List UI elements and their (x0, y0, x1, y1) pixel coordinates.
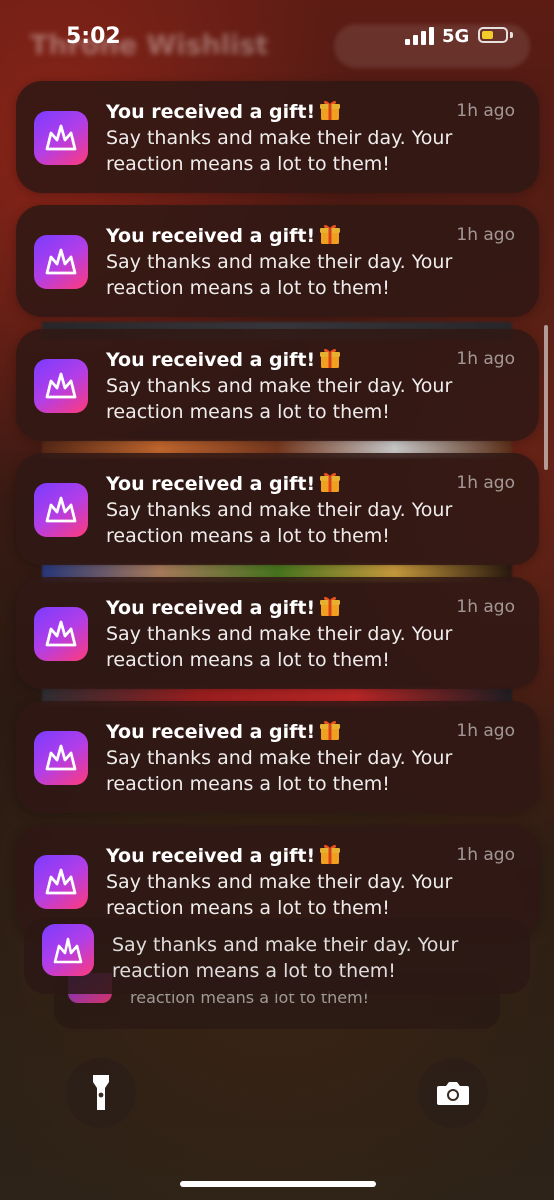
notification-time: 1h ago (456, 349, 515, 369)
gift-icon (320, 472, 341, 492)
flashlight-icon (93, 1075, 109, 1110)
notification-body: Say thanks and make their day. Your reac… (106, 499, 453, 547)
notification-card[interactable]: You received a gift! 1h ago Say thanks and… (16, 205, 539, 317)
notification-title: You received a gift! (106, 843, 341, 867)
notification-body: Say thanks and make their day. Your reac… (106, 251, 453, 299)
network-label: 5G (442, 26, 470, 47)
camera-icon (437, 1082, 469, 1105)
notification-title: You received a gift! (106, 99, 341, 123)
scroll-indicator (544, 325, 548, 470)
crown-icon (34, 359, 88, 413)
notification-card[interactable]: You received a gift! 1h ago Say thanks and… (16, 81, 539, 193)
notification-body: Say thanks and make their day. Your reac… (112, 934, 459, 982)
gift-icon (320, 844, 341, 864)
notification-body: Say thanks and make their day. Your reac… (106, 375, 453, 423)
camera-button[interactable] (418, 1058, 488, 1128)
notification-time: 1h ago (456, 225, 515, 245)
gift-icon (320, 348, 341, 368)
notification-body: Say thanks and make their day. Your reac… (106, 871, 453, 919)
home-indicator[interactable] (180, 1181, 376, 1187)
notification-body: Say thanks and make their day. Your reac… (106, 747, 453, 795)
notification-card[interactable]: You received a gift! 1h ago Say thanks and… (16, 453, 539, 565)
notification-body: Say thanks and make their day. Your reac… (106, 623, 453, 671)
clock: 5:02 (66, 24, 121, 49)
crown-icon (34, 607, 88, 661)
notification-time: 1h ago (456, 101, 515, 121)
notification-time: 1h ago (456, 845, 515, 865)
crown-icon (34, 731, 88, 785)
notification-title: You received a gift! (106, 595, 341, 619)
stacked-notification[interactable]: Say thanks and make their day. Your reac… (24, 918, 530, 994)
status-bar: 5:02 5G (0, 0, 554, 70)
signal-icon (405, 27, 435, 45)
notification-title: You received a gift! (106, 719, 341, 743)
gift-icon (320, 100, 341, 120)
battery-cap (510, 32, 513, 38)
crown-icon (42, 924, 94, 976)
gift-icon (320, 224, 341, 244)
gift-icon (320, 596, 341, 616)
crown-icon (34, 855, 88, 909)
notification-title: You received a gift! (106, 223, 341, 247)
crown-icon (34, 235, 88, 289)
crown-icon (34, 483, 88, 537)
notification-card[interactable]: You received a gift! 1h ago Say thanks and… (16, 701, 539, 813)
notification-time: 1h ago (456, 473, 515, 493)
notification-time: 1h ago (456, 597, 515, 617)
battery-icon (478, 27, 508, 43)
notification-card[interactable]: You received a gift! 1h ago Say thanks and… (16, 329, 539, 441)
notification-time: 1h ago (456, 721, 515, 741)
crown-icon (34, 111, 88, 165)
notification-card[interactable]: You received a gift! 1h ago Say thanks and… (16, 577, 539, 689)
flashlight-button[interactable] (66, 1058, 136, 1128)
notification-title: You received a gift! (106, 347, 341, 371)
notification-title: You received a gift! (106, 471, 341, 495)
gift-icon (320, 720, 341, 740)
notification-body: Say thanks and make their day. Your reac… (106, 127, 453, 175)
